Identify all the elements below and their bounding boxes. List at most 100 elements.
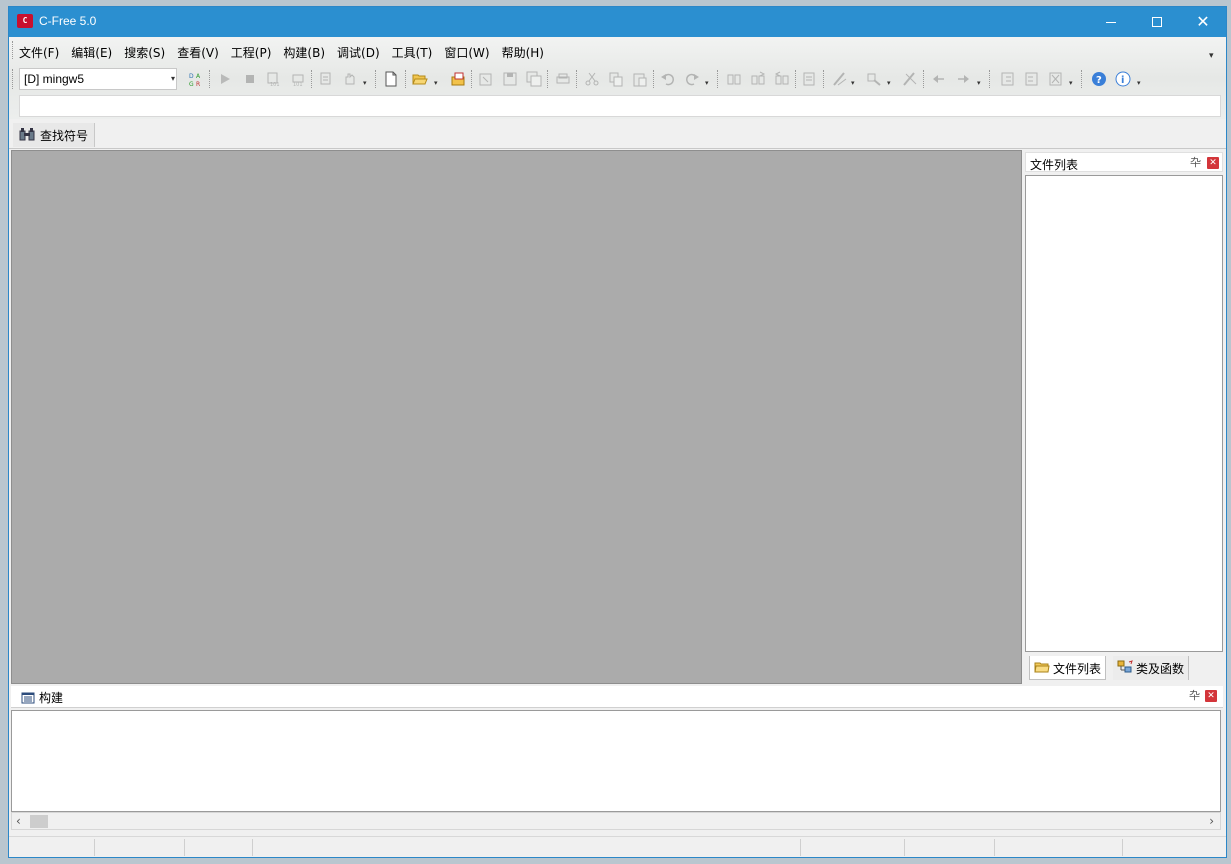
close-icon: ✕ xyxy=(1196,12,1210,31)
menu-help[interactable]: 帮助(H) xyxy=(496,41,550,61)
close-file-icon xyxy=(477,70,495,88)
find-symbol-tab[interactable]: 查找符号 xyxy=(13,123,96,147)
open-file-icon[interactable] xyxy=(411,70,429,88)
title-bar[interactable]: C C-Free 5.0 ✕ xyxy=(9,7,1226,37)
status-cell xyxy=(9,839,95,856)
editor-area[interactable] xyxy=(11,150,1022,684)
menu-project[interactable]: 工程(P) xyxy=(225,41,278,61)
class-tree-icon xyxy=(1117,660,1133,673)
menu-debug[interactable]: 调试(D) xyxy=(331,41,386,61)
close-icon[interactable]: ✕ xyxy=(1205,690,1217,702)
find-next-icon xyxy=(749,70,767,88)
toggle-bookmark-icon xyxy=(831,70,849,88)
compiler-settings-icon[interactable]: DAGR xyxy=(187,70,205,88)
menu-tools[interactable]: 工具(T) xyxy=(386,41,439,61)
close-icon[interactable]: ✕ xyxy=(1207,157,1219,169)
tab-classes-functions[interactable]: 类及函数 xyxy=(1113,656,1190,680)
svg-text:A: A xyxy=(196,73,201,80)
clear-bookmarks-icon xyxy=(901,70,919,88)
indent-icon xyxy=(999,70,1017,88)
svg-text:D: D xyxy=(189,73,194,80)
maximize-icon xyxy=(1152,17,1162,27)
find-icon xyxy=(725,70,743,88)
build-panel: 构建 卆 ✕ ‹ › xyxy=(11,686,1223,834)
command-area: 文件(F) 编辑(E) 搜索(S) 查看(V) 工程(P) 构建(B) 调试(D… xyxy=(9,37,1226,119)
minimize-icon xyxy=(1106,21,1116,23)
open-project-icon[interactable] xyxy=(449,70,467,88)
chevron-down-icon[interactable]: ▾ xyxy=(1209,51,1214,61)
status-cell xyxy=(185,839,253,856)
file-list-header: 文件列表 卆 ✕ xyxy=(1025,152,1223,172)
scroll-thumb[interactable] xyxy=(30,815,48,828)
status-cell xyxy=(253,839,801,856)
panel-title: 文件列表 xyxy=(1030,158,1079,172)
find-prev-icon xyxy=(773,70,791,88)
status-cell xyxy=(801,839,905,856)
compiler-select[interactable]: [D] mingw5 xyxy=(19,68,177,90)
menu-view[interactable]: 查看(V) xyxy=(171,41,225,61)
menu-edit[interactable]: 编辑(E) xyxy=(65,41,118,61)
svg-text:101: 101 xyxy=(293,82,303,87)
file-list-panel: 文件列表 卆 ✕ 文件列表 类及函数 xyxy=(1025,150,1223,684)
new-file-icon[interactable] xyxy=(382,70,400,88)
menu-search[interactable]: 搜索(S) xyxy=(118,41,171,61)
forward-arrow-icon xyxy=(954,70,972,88)
maximize-button[interactable] xyxy=(1134,7,1180,37)
print-icon xyxy=(554,70,572,88)
build-icon: 101 xyxy=(289,70,307,88)
folder-icon xyxy=(1034,662,1050,673)
svg-text:i: i xyxy=(1121,75,1124,86)
save-all-icon xyxy=(525,70,543,88)
build-log-icon xyxy=(21,692,35,703)
paste-icon xyxy=(631,70,649,88)
build-header: 构建 卆 ✕ xyxy=(11,686,1223,708)
scroll-right-icon[interactable]: › xyxy=(1209,814,1214,828)
minimize-button[interactable] xyxy=(1088,7,1134,37)
window-title: C-Free 5.0 xyxy=(39,14,97,28)
status-bar xyxy=(9,836,1226,857)
stop-icon xyxy=(241,70,259,88)
build-title: 构建 xyxy=(21,689,63,706)
build-title-label: 构建 xyxy=(39,691,64,705)
pin-icon[interactable]: 卆 xyxy=(1190,157,1201,168)
status-cell xyxy=(995,839,1123,856)
status-cell xyxy=(95,839,185,856)
tab-file-list[interactable]: 文件列表 xyxy=(1029,656,1107,680)
redo-icon xyxy=(683,70,701,88)
app-window: C C-Free 5.0 ✕ 文件(F) 编辑(E) 搜索(S) 查看(V) 工… xyxy=(8,6,1227,858)
menu-bar: 文件(F) 编辑(E) 搜索(S) 查看(V) 工程(P) 构建(B) 调试(D… xyxy=(13,41,550,61)
build-project-icon xyxy=(317,70,335,88)
svg-text:101: 101 xyxy=(270,82,280,87)
menu-file[interactable]: 文件(F) xyxy=(13,41,65,61)
main-toolbar: [D] mingw5 ▾ DAGR 101 101 ▾ ▾ ▾ ▾ ▾ ▾ ▾ … xyxy=(13,67,1213,91)
scroll-left-icon[interactable]: ‹ xyxy=(16,814,21,828)
build-output[interactable] xyxy=(11,710,1221,812)
menu-window[interactable]: 窗口(W) xyxy=(438,41,495,61)
run-icon xyxy=(216,70,234,88)
cut-icon xyxy=(583,70,601,88)
save-icon xyxy=(501,70,519,88)
code-navigation-bar[interactable] xyxy=(19,95,1221,117)
outdent-icon xyxy=(1023,70,1041,88)
menu-build[interactable]: 构建(B) xyxy=(277,41,331,61)
comment-icon xyxy=(1047,70,1065,88)
panel-tabs: 文件列表 类及函数 xyxy=(1025,655,1223,681)
find-symbol-bar: 查找符号 xyxy=(9,119,1226,149)
help-icon[interactable]: ? xyxy=(1090,70,1108,88)
back-arrow-icon xyxy=(930,70,948,88)
svg-text:R: R xyxy=(196,81,200,87)
svg-text:?: ? xyxy=(1096,75,1102,86)
undo-icon xyxy=(659,70,677,88)
replace-icon xyxy=(801,70,819,88)
info-icon[interactable]: i xyxy=(1114,70,1132,88)
app-logo-icon: C xyxy=(17,14,33,28)
close-button[interactable]: ✕ xyxy=(1180,7,1226,37)
compile-icon: 101 xyxy=(265,70,283,88)
file-list-tree[interactable] xyxy=(1025,175,1223,652)
horizontal-scrollbar[interactable]: ‹ › xyxy=(11,812,1221,830)
tab-file-list-label: 文件列表 xyxy=(1053,662,1102,676)
pin-icon[interactable]: 卆 xyxy=(1189,690,1200,701)
hand-icon xyxy=(341,70,359,88)
next-bookmark-icon xyxy=(865,70,883,88)
chevron-down-icon[interactable]: ▾ xyxy=(171,68,177,90)
